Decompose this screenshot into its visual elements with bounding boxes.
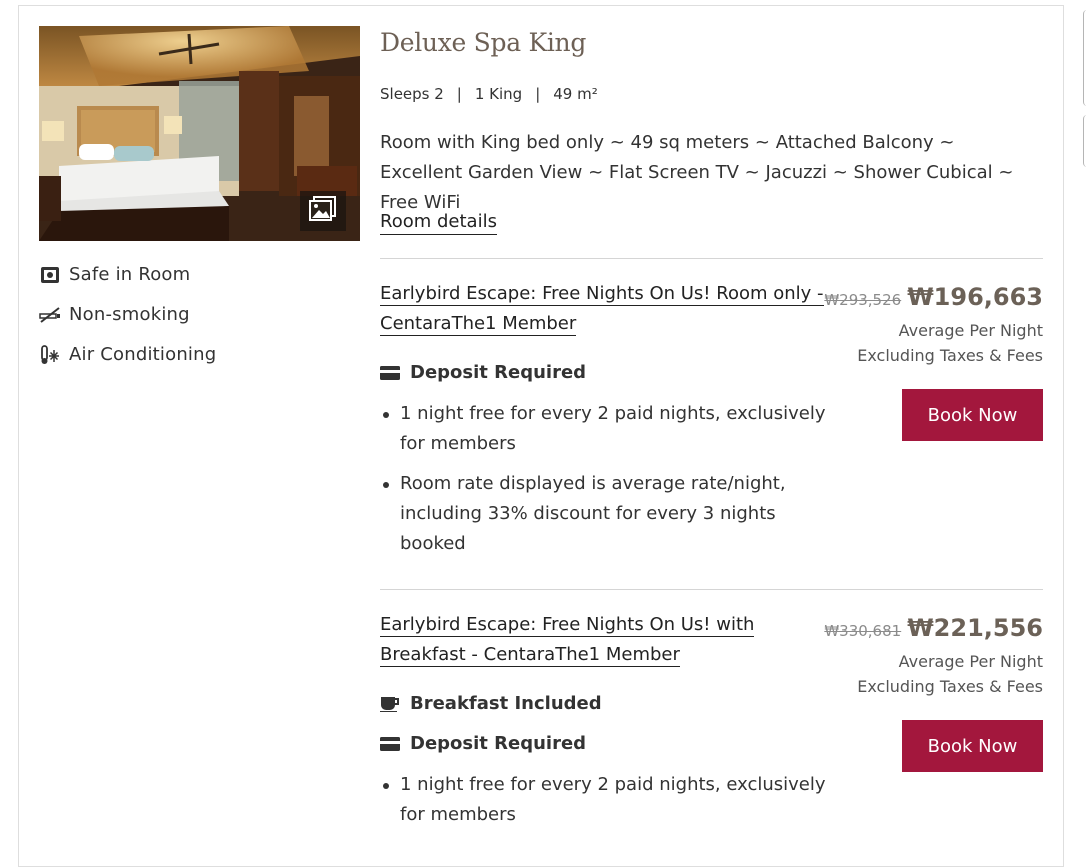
room-meta: Sleeps 2 | 1 King | 49 m² bbox=[380, 85, 598, 103]
rate-terms-list: 1 night free for every 2 paid nights, ex… bbox=[380, 399, 830, 569]
room-size: 49 m² bbox=[553, 85, 598, 103]
excluding-taxes: Excluding Taxes & Fees bbox=[857, 346, 1043, 365]
original-price: ₩293,526 bbox=[824, 291, 902, 309]
coffee-cup-icon bbox=[380, 696, 402, 712]
no-smoking-icon bbox=[39, 305, 61, 325]
room-details-link[interactable]: Room details bbox=[380, 210, 497, 235]
rate-name-text[interactable]: Earlybird Escape: Free Nights On Us! wit… bbox=[380, 614, 755, 667]
feature-deposit-required: Deposit Required bbox=[380, 733, 586, 754]
image-gallery-icon bbox=[309, 196, 337, 226]
amenity-label: Air Conditioning bbox=[69, 344, 217, 365]
gallery-button[interactable] bbox=[300, 191, 346, 231]
list-item: Room rate displayed is average rate/nigh… bbox=[380, 469, 830, 559]
book-now-button[interactable]: Book Now bbox=[902, 389, 1043, 441]
rate-price: ₩330,681 ₩221,556 bbox=[824, 614, 1043, 642]
feature-breakfast-included: Breakfast Included bbox=[380, 693, 602, 714]
divider bbox=[380, 258, 1043, 259]
feature-label: Deposit Required bbox=[410, 362, 587, 383]
average-per-night: Average Per Night bbox=[898, 652, 1043, 671]
book-now-button[interactable]: Book Now bbox=[902, 720, 1043, 772]
price-note: Average Per Night Excluding Taxes & Fees bbox=[857, 649, 1043, 699]
discounted-price: ₩221,556 bbox=[907, 614, 1043, 642]
rate-name-link[interactable]: Earlybird Escape: Free Nights On Us! wit… bbox=[380, 610, 830, 670]
price-note: Average Per Night Excluding Taxes & Fees bbox=[857, 318, 1043, 368]
list-item: 1 night free for every 2 paid nights, ex… bbox=[380, 399, 830, 459]
feature-deposit-required: Deposit Required bbox=[380, 362, 586, 383]
original-price: ₩330,681 bbox=[824, 622, 902, 640]
credit-card-icon bbox=[380, 736, 402, 751]
amenity-label: Safe in Room bbox=[69, 264, 191, 285]
list-item: 1 night free for every 2 paid nights, ex… bbox=[380, 770, 830, 830]
room-sleeps: Sleeps 2 bbox=[380, 85, 444, 103]
feature-label: Breakfast Included bbox=[410, 693, 602, 714]
safe-icon bbox=[39, 265, 61, 285]
amenity-non-smoking: Non-smoking bbox=[39, 304, 190, 325]
discounted-price: ₩196,663 bbox=[907, 283, 1043, 311]
room-title: Deluxe Spa King bbox=[380, 28, 587, 57]
rate-price: ₩293,526 ₩196,663 bbox=[824, 283, 1043, 311]
rate-name-text[interactable]: Earlybird Escape: Free Nights On Us! Roo… bbox=[380, 283, 824, 336]
average-per-night: Average Per Night bbox=[898, 321, 1043, 340]
feature-label: Deposit Required bbox=[410, 733, 587, 754]
credit-card-icon bbox=[380, 365, 402, 380]
rate-name-link[interactable]: Earlybird Escape: Free Nights On Us! Roo… bbox=[380, 279, 830, 339]
amenity-label: Non-smoking bbox=[69, 304, 190, 325]
excluding-taxes: Excluding Taxes & Fees bbox=[857, 677, 1043, 696]
room-bed: 1 King bbox=[474, 85, 523, 103]
divider bbox=[380, 589, 1043, 590]
room-description: Room with King bed only ~ 49 sq meters ~… bbox=[380, 132, 1014, 213]
amenity-air-conditioning: Air Conditioning bbox=[39, 344, 216, 365]
rate-terms-list: 1 night free for every 2 paid nights, ex… bbox=[380, 770, 830, 840]
amenity-safe: Safe in Room bbox=[39, 264, 190, 285]
air-conditioning-icon bbox=[39, 344, 61, 365]
